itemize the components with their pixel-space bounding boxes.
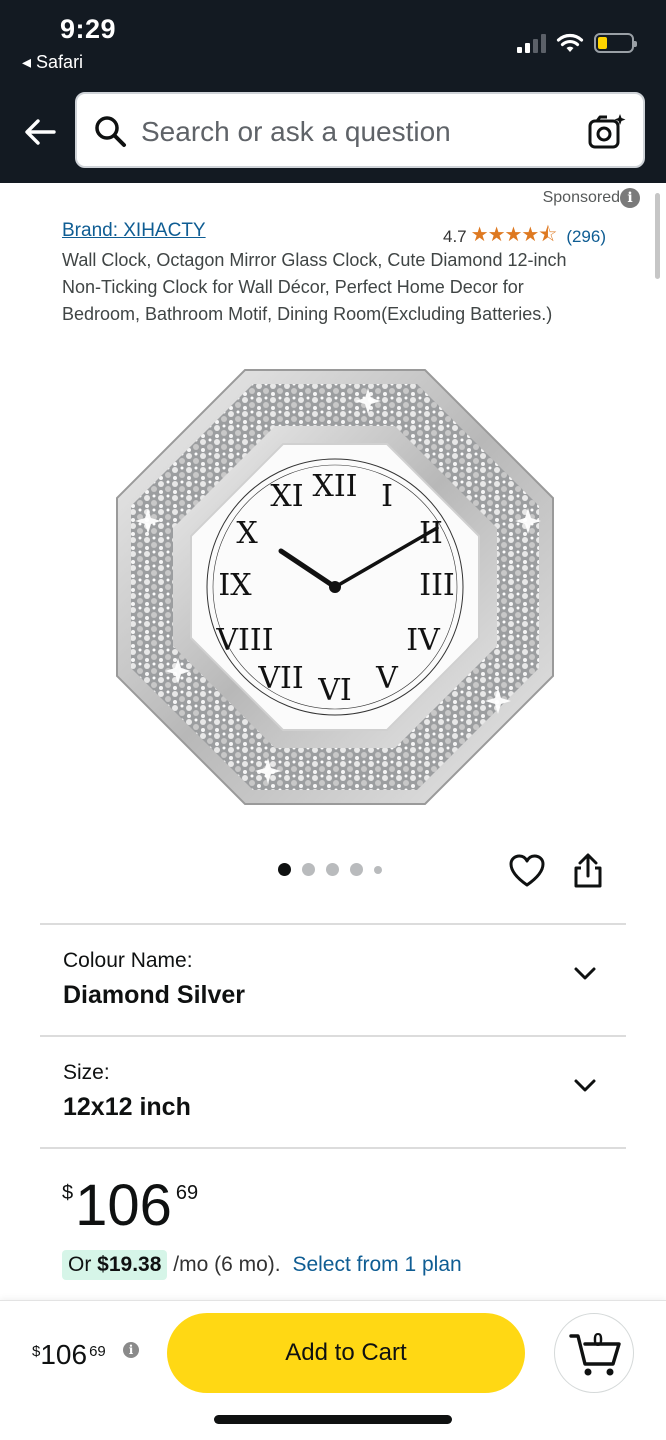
search-icon (95, 116, 126, 147)
svg-text:V: V (375, 661, 399, 696)
cart-count: 0 (593, 1330, 604, 1350)
svg-text:I: I (381, 479, 393, 514)
size-selector[interactable]: Size: 12x12 inch (40, 1037, 626, 1147)
price: $ 106 69 (62, 1172, 198, 1240)
price-fraction: 69 (175, 1182, 199, 1204)
size-label: Size: (63, 1061, 110, 1084)
svg-text:IV: IV (406, 623, 441, 658)
status-icons (517, 30, 637, 56)
heart-icon[interactable] (508, 852, 546, 890)
chevron-down-icon[interactable] (570, 1071, 600, 1101)
carousel-dot[interactable] (374, 865, 382, 874)
carousel-dot[interactable] (278, 863, 291, 876)
cellular-signal-icon (517, 33, 546, 53)
svg-text:VIII: VIII (215, 623, 273, 658)
rating-value: 4.7 (443, 227, 467, 246)
colour-label: Colour Name: (63, 949, 193, 972)
svg-text:II: II (419, 516, 443, 551)
svg-text:VII: VII (257, 661, 303, 696)
cart-button[interactable]: 0 (554, 1313, 634, 1393)
search-input[interactable]: Search or ask a question (141, 116, 451, 148)
bottom-price: $ 106 69 (32, 1339, 106, 1371)
add-to-cart-button[interactable]: Add to Cart (167, 1313, 525, 1393)
sponsored-label: Sponsored (542, 189, 620, 206)
status-time: 9:29 (60, 14, 117, 44)
back-arrow-icon[interactable] (20, 112, 60, 152)
top-bar: 9:29 ◂ Safari Search or ask a question (0, 0, 666, 183)
colour-selector[interactable]: Colour Name: Diamond Silver (40, 925, 626, 1035)
svg-text:X: X (236, 516, 258, 551)
svg-text:III: III (419, 568, 455, 603)
battery-icon (594, 33, 637, 53)
size-value: 12x12 inch (63, 1093, 191, 1121)
bottom-price-symbol: $ (32, 1343, 41, 1360)
price-symbol: $ (62, 1182, 74, 1204)
chevron-down-icon[interactable] (570, 959, 600, 989)
scrollbar[interactable] (655, 193, 660, 279)
svg-text:IX: IX (218, 568, 252, 603)
installment-amount: Or $19.38 (62, 1250, 168, 1280)
installment-offer: Or $19.38 /mo (6 mo). Select from 1 plan (62, 1250, 462, 1280)
svg-text:VI: VI (317, 673, 352, 708)
carousel-dot[interactable] (326, 863, 339, 876)
review-count-link[interactable]: (296) (566, 227, 606, 247)
carousel-dot[interactable] (302, 863, 315, 876)
price-whole: 106 (75, 1173, 172, 1238)
divider (40, 1147, 626, 1149)
product-title[interactable]: Wall Clock, Octagon Mirror Glass Clock, … (62, 247, 602, 328)
image-carousel-dots[interactable] (278, 863, 382, 876)
wifi-icon (556, 33, 584, 52)
bottom-price-fraction: 69 (89, 1343, 106, 1360)
home-indicator[interactable] (214, 1415, 452, 1424)
share-icon[interactable] (570, 852, 606, 890)
search-bar[interactable]: Search or ask a question (75, 92, 645, 168)
info-icon[interactable]: i (620, 188, 640, 208)
bottom-price-whole: 106 (40, 1339, 88, 1370)
installment-term: /mo (6 mo). (167, 1253, 287, 1276)
price-info-icon[interactable]: i (123, 1342, 139, 1358)
svg-text:XI: XI (270, 479, 303, 514)
back-to-safari-link[interactable]: ◂ Safari (22, 52, 83, 73)
colour-value: Diamond Silver (63, 981, 245, 1009)
svg-text:XII: XII (312, 469, 357, 504)
camera-search-icon[interactable] (587, 112, 627, 152)
select-plan-link[interactable]: Select from 1 plan (292, 1253, 461, 1277)
carousel-dot[interactable] (350, 863, 363, 876)
brand-link[interactable]: Brand: XIHACTY (62, 220, 206, 242)
product-image[interactable]: XII I II III IV V VI VII VIII IX X XI (115, 368, 555, 806)
